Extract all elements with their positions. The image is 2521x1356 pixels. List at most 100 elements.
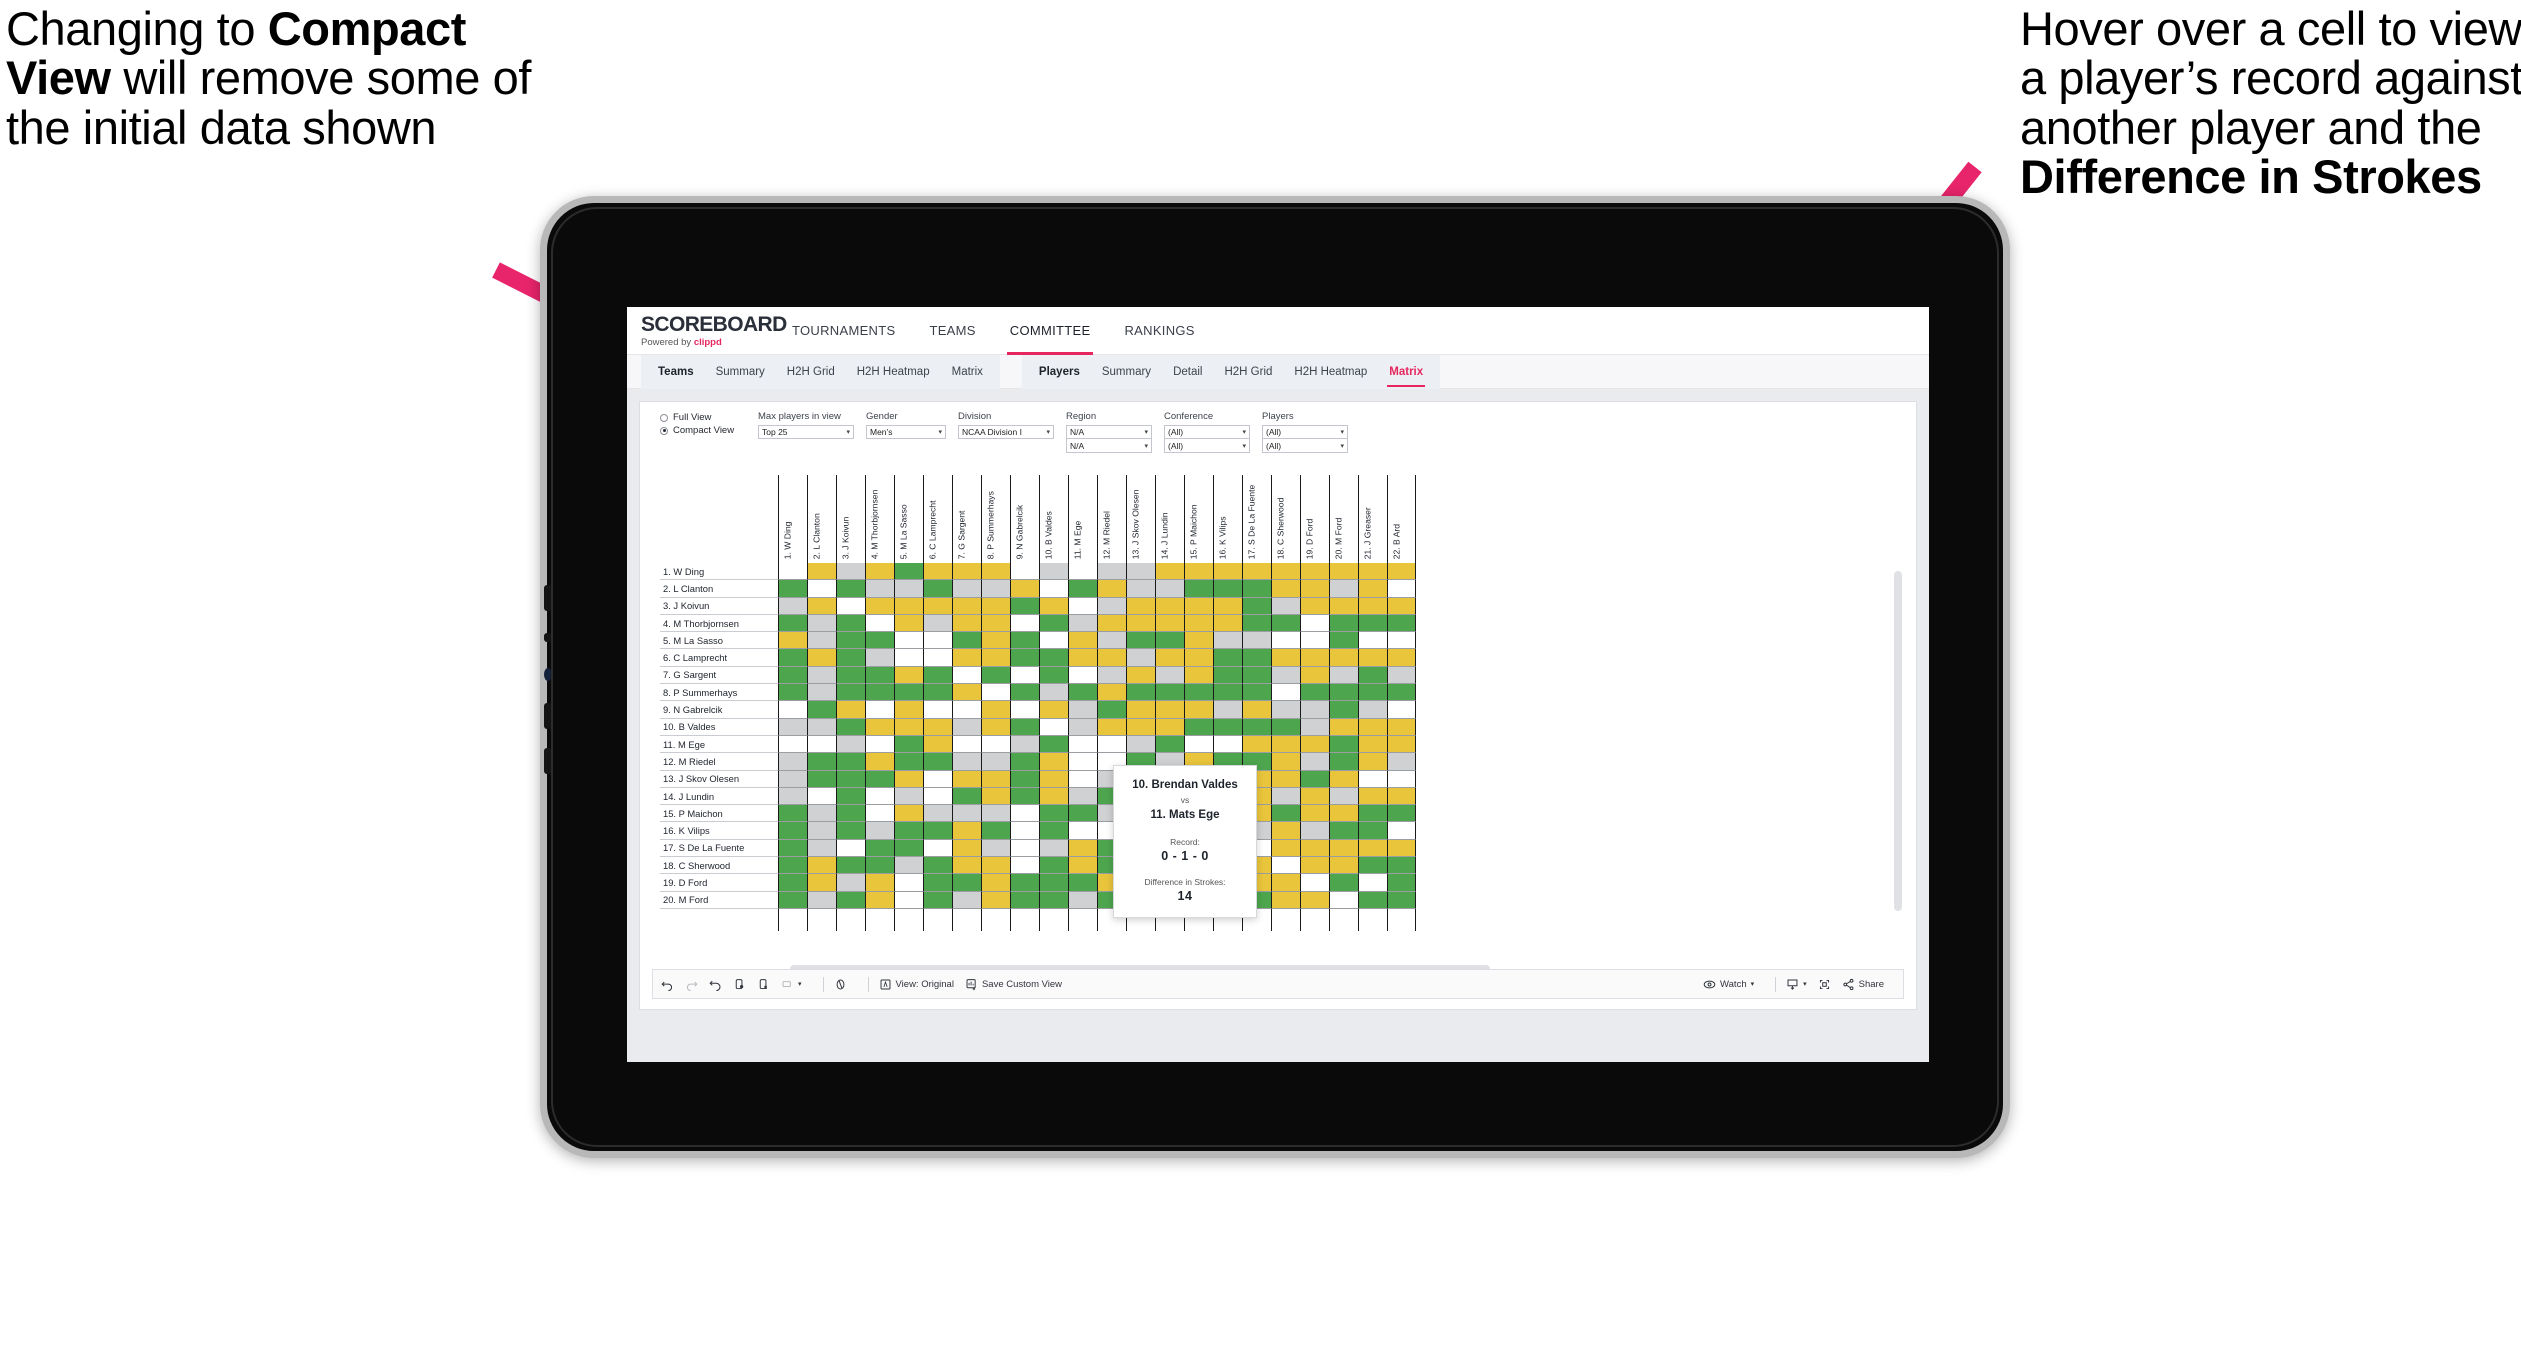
matrix-cell[interactable] [1242,632,1271,650]
matrix-cell[interactable] [1039,684,1068,702]
matrix-cell[interactable] [894,753,923,771]
matrix-cell[interactable] [981,770,1010,788]
matrix-cell[interactable] [1010,805,1039,823]
matrix-cell[interactable] [1358,614,1387,633]
matrix-cell[interactable] [1271,580,1300,598]
matrix-cell[interactable] [807,735,836,754]
matrix-cell[interactable] [778,770,807,788]
matrix-cell[interactable] [1387,805,1416,823]
matrix-cell[interactable] [1097,580,1126,598]
matrix-cell[interactable] [1329,563,1358,581]
matrix-cell[interactable] [1358,822,1387,840]
matrix-cell[interactable] [1039,666,1068,685]
matrix-cell[interactable] [952,718,981,736]
matrix-cell[interactable] [923,770,952,788]
matrix-cell[interactable] [1068,805,1097,823]
matrix-cell[interactable] [1271,787,1300,806]
matrix-cell[interactable] [1155,580,1184,598]
matrix-cell[interactable] [1184,649,1213,667]
matrix-cell[interactable] [1387,666,1416,685]
matrix-cell[interactable] [778,857,807,875]
matrix-cell[interactable] [836,753,865,771]
matrix-cell[interactable] [1300,857,1329,875]
matrix-cell[interactable] [1329,580,1358,598]
matrix-cell[interactable] [1387,684,1416,702]
matrix-cell[interactable] [1329,614,1358,633]
subnav-teams-h2h-heatmap[interactable]: H2H Heatmap [846,355,941,389]
matrix-cell[interactable] [1010,684,1039,702]
matrix-cell[interactable] [923,787,952,806]
matrix-cell[interactable] [1242,649,1271,667]
matrix-cell[interactable] [952,839,981,858]
matrix-cell[interactable] [952,701,981,719]
subnav-teams[interactable]: Teams [647,355,705,389]
share-button[interactable]: Share [1842,978,1884,991]
matrix-cell[interactable] [1271,874,1300,892]
matrix-cell[interactable] [865,597,894,615]
matrix-cell[interactable] [1329,805,1358,823]
subnav-teams-summary[interactable]: Summary [705,355,776,389]
matrix-cell[interactable] [1358,580,1387,598]
matrix-cell[interactable] [894,597,923,615]
matrix-cell[interactable] [1387,735,1416,754]
matrix-cell[interactable] [1126,718,1155,736]
matrix-cell[interactable] [1126,666,1155,685]
matrix-cell[interactable] [1358,753,1387,771]
matrix-cell[interactable] [1329,857,1358,875]
matrix-cell[interactable] [1068,891,1097,909]
matrix-cell[interactable] [1039,857,1068,875]
matrix-cell[interactable] [1387,597,1416,615]
matrix-cell[interactable] [1184,614,1213,633]
matrix-cell[interactable] [1329,770,1358,788]
matrix-cell[interactable] [1213,684,1242,702]
matrix-cell[interactable] [981,805,1010,823]
matrix-cell[interactable] [836,805,865,823]
matrix-cell[interactable] [1242,597,1271,615]
matrix-cell[interactable] [865,718,894,736]
matrix-cell[interactable] [1300,718,1329,736]
matrix-cell[interactable] [778,839,807,858]
matrix-cell[interactable] [1387,632,1416,650]
matrix-cell[interactable] [1387,580,1416,598]
matrix-cell[interactable] [1271,805,1300,823]
matrix-cell[interactable] [1155,718,1184,736]
matrix-cell[interactable] [836,787,865,806]
matrix-cell[interactable] [1068,666,1097,685]
matrix-cell[interactable] [1300,580,1329,598]
matrix-cell[interactable] [952,649,981,667]
matrix-cell[interactable] [1271,563,1300,581]
matrix-cell[interactable] [1097,718,1126,736]
matrix-cell[interactable] [1213,666,1242,685]
matrix-cell[interactable] [923,684,952,702]
matrix-cell[interactable] [1271,891,1300,909]
matrix-cell[interactable] [778,597,807,615]
matrix-cell[interactable] [1010,839,1039,858]
matrix-cell[interactable] [1358,701,1387,719]
matrix-cell[interactable] [981,563,1010,581]
nav-teams[interactable]: TEAMS [912,307,992,355]
matrix-cell[interactable] [894,666,923,685]
matrix-cell[interactable] [981,649,1010,667]
select-region-2[interactable]: N/A ▾ [1066,439,1152,453]
matrix-cell[interactable] [1300,839,1329,858]
matrix-cell[interactable] [1039,874,1068,892]
matrix-cell[interactable] [1271,632,1300,650]
matrix-cell[interactable] [1184,718,1213,736]
matrix-cell[interactable] [923,666,952,685]
subnav-teams-h2h-grid[interactable]: H2H Grid [776,355,846,389]
matrix-cell[interactable] [1242,735,1271,754]
matrix-cell[interactable] [1329,666,1358,685]
matrix-cell[interactable] [1068,857,1097,875]
matrix-cell[interactable] [807,770,836,788]
matrix-cell[interactable] [1387,770,1416,788]
matrix-cell[interactable] [1068,684,1097,702]
matrix-cell[interactable] [778,666,807,685]
matrix-cell[interactable] [923,874,952,892]
matrix-cell[interactable] [778,649,807,667]
matrix-cell[interactable] [1039,753,1068,771]
matrix-cell[interactable] [1010,891,1039,909]
radio-compact-view[interactable]: Compact View [660,425,746,436]
matrix-cell[interactable] [1068,787,1097,806]
matrix-cell[interactable] [865,684,894,702]
matrix-cell[interactable] [836,822,865,840]
